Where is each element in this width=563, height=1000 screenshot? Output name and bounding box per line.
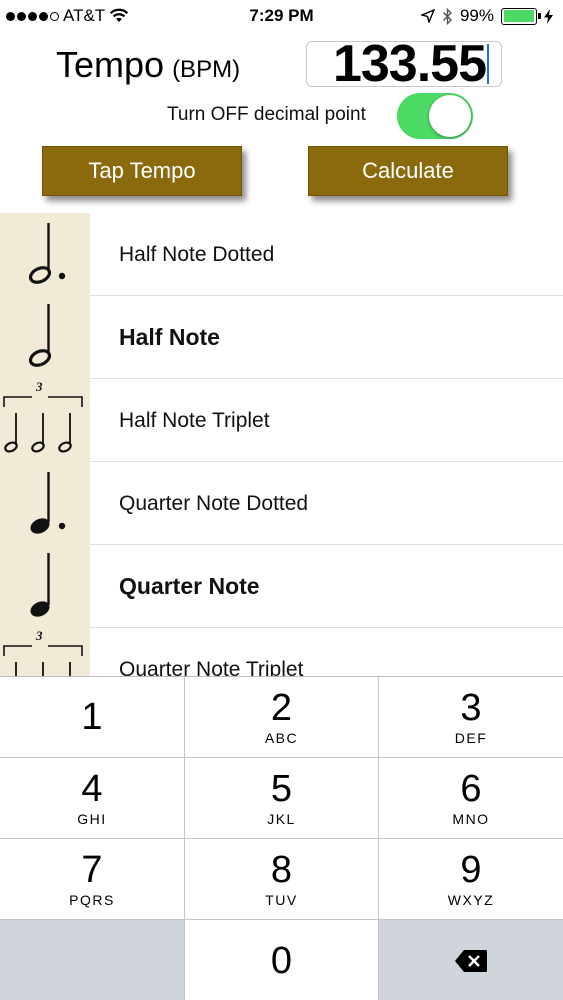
note-label: Half Note Dotted [119,243,275,266]
key-digit: 0 [270,939,293,982]
triplet-mark: 3 [35,379,43,394]
half-note-icon [28,304,52,367]
key-digit: 5 [270,768,293,810]
battery-percent: 99% [459,6,494,25]
note-label: Quarter Note Triplet [119,658,304,676]
location-arrow-icon [420,9,435,23]
half-note-triplet-icon: 3 [3,379,83,453]
note-row[interactable]: Half Note [0,296,563,379]
text-caret [487,44,489,84]
note-row[interactable]: Quarter Note [0,545,563,628]
key-digit: 3 [460,687,482,729]
key-digit: 4 [81,768,103,810]
quarter-note-icon [30,553,50,617]
decimal-toggle-label: Turn OFF decimal point [167,104,366,125]
tempo-unit: (BPM) [172,56,241,83]
key-letters: JKL [267,811,296,827]
key-letters: GHI [77,811,107,827]
charging-bolt-icon [544,8,553,24]
status-bar: AT&T 7:29 PM 99% [0,0,563,34]
key-digit: 8 [270,849,293,891]
key-3[interactable]: 3 DEF [379,677,563,758]
key-digit: 7 [81,849,103,891]
numeric-keypad: 1 2 ABC 3 DEF 4 GHI 5 JKL 6 MNO 7 PQRS 8… [0,676,563,1000]
key-2[interactable]: 2 ABC [185,677,379,758]
key-5[interactable]: 5 JKL [185,758,379,839]
key-letters: ABC [264,730,299,746]
note-row[interactable]: 3 Quarter Note Triplet [0,628,563,676]
note-list[interactable]: Half Note Dotted Half Note 3 Half Note T… [0,213,563,676]
key-1[interactable]: 1 [0,677,185,758]
tempo-label: Tempo (BPM) [56,44,240,86]
backspace-key[interactable] [379,920,563,1000]
tempo-input[interactable]: 133.55 [306,35,502,93]
switch-knob [429,95,471,137]
key-letters: DEF [454,730,488,746]
key-letters: TUV [265,892,298,908]
key-digit: 9 [460,849,482,891]
battery-icon [501,7,541,25]
backspace-icon [455,949,487,972]
battery-level [503,10,535,22]
key-letters: MNO [452,811,490,827]
triplet-mark: 3 [35,628,43,643]
key-letters: WXYZ [447,892,495,908]
key-digit: 6 [460,768,482,810]
key-8[interactable]: 8 TUV [185,839,379,920]
note-row[interactable]: 3 Half Note Triplet [0,379,563,462]
note-row[interactable]: Quarter Note Dotted [0,462,563,545]
note-label: Half Note [119,324,220,350]
status-bar-right: 99% [420,6,553,26]
key-blank [0,920,185,1000]
key-letters: PQRS [69,892,115,908]
note-row[interactable]: Half Note Dotted [0,213,563,296]
note-label: Half Note Triplet [119,409,270,432]
key-0[interactable]: 0 [185,920,379,1000]
tempo-title: Tempo [56,44,165,85]
key-6[interactable]: 6 MNO [379,758,563,839]
key-7[interactable]: 7 PQRS [0,839,185,920]
key-9[interactable]: 9 WXYZ [379,839,563,920]
calculate-button[interactable]: Calculate [308,146,508,196]
note-label: Quarter Note Dotted [119,492,309,515]
key-digit: 2 [270,687,293,729]
quarter-note-dotted-icon [30,472,66,534]
tempo-value: 133.55 [332,35,487,93]
key-4[interactable]: 4 GHI [0,758,185,839]
bluetooth-icon [442,7,452,25]
tap-tempo-button[interactable]: Tap Tempo [42,146,242,196]
quarter-note-triplet-icon: 3 [3,628,83,676]
key-digit: 1 [81,696,103,738]
decimal-toggle-switch[interactable] [397,93,473,139]
half-note-dotted-icon [28,223,66,284]
note-label: Quarter Note [119,573,260,599]
